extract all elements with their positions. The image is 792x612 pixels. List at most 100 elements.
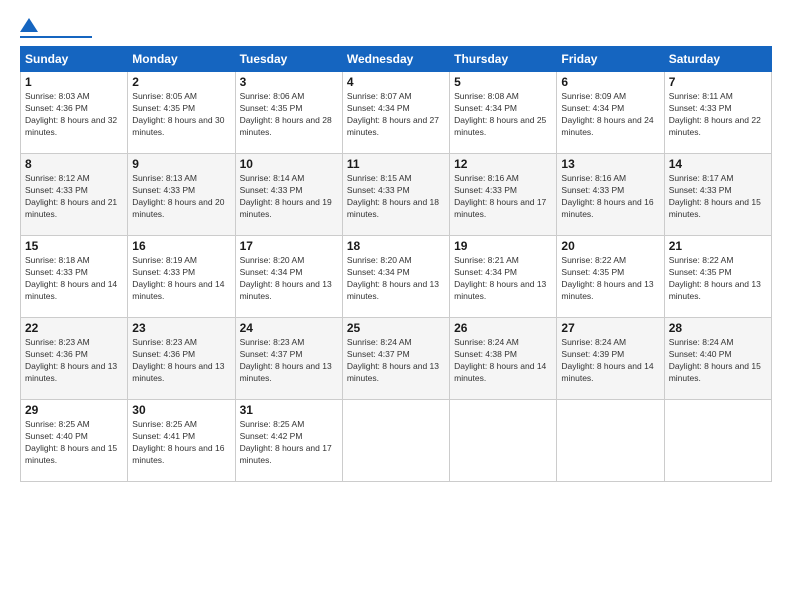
calendar-cell: 26 Sunrise: 8:24 AMSunset: 4:38 PMDayligh… xyxy=(450,318,557,400)
day-info: Sunrise: 8:18 AMSunset: 4:33 PMDaylight:… xyxy=(25,255,123,303)
logo-underline xyxy=(20,36,92,38)
day-info: Sunrise: 8:06 AMSunset: 4:35 PMDaylight:… xyxy=(240,91,338,139)
calendar-cell: 3 Sunrise: 8:06 AMSunset: 4:35 PMDaylight… xyxy=(235,72,342,154)
day-info: Sunrise: 8:17 AMSunset: 4:33 PMDaylight:… xyxy=(669,173,767,221)
day-info: Sunrise: 8:22 AMSunset: 4:35 PMDaylight:… xyxy=(669,255,767,303)
day-number: 29 xyxy=(25,403,123,417)
weekday-header: Friday xyxy=(557,47,664,72)
day-info: Sunrise: 8:23 AMSunset: 4:36 PMDaylight:… xyxy=(132,337,230,385)
calendar-cell: 5 Sunrise: 8:08 AMSunset: 4:34 PMDaylight… xyxy=(450,72,557,154)
day-number: 25 xyxy=(347,321,445,335)
logo-icon xyxy=(20,16,38,34)
logo xyxy=(20,16,92,38)
calendar-cell: 21 Sunrise: 8:22 AMSunset: 4:35 PMDayligh… xyxy=(664,236,771,318)
day-number: 13 xyxy=(561,157,659,171)
day-info: Sunrise: 8:14 AMSunset: 4:33 PMDaylight:… xyxy=(240,173,338,221)
day-info: Sunrise: 8:20 AMSunset: 4:34 PMDaylight:… xyxy=(240,255,338,303)
calendar-cell: 29 Sunrise: 8:25 AMSunset: 4:40 PMDayligh… xyxy=(21,400,128,482)
calendar-cell: 6 Sunrise: 8:09 AMSunset: 4:34 PMDaylight… xyxy=(557,72,664,154)
day-info: Sunrise: 8:23 AMSunset: 4:37 PMDaylight:… xyxy=(240,337,338,385)
header xyxy=(20,16,772,38)
calendar-cell xyxy=(342,400,449,482)
day-info: Sunrise: 8:23 AMSunset: 4:36 PMDaylight:… xyxy=(25,337,123,385)
calendar-cell: 1 Sunrise: 8:03 AMSunset: 4:36 PMDaylight… xyxy=(21,72,128,154)
day-info: Sunrise: 8:16 AMSunset: 4:33 PMDaylight:… xyxy=(561,173,659,221)
calendar-cell: 4 Sunrise: 8:07 AMSunset: 4:34 PMDaylight… xyxy=(342,72,449,154)
calendar-cell: 16Sunrise: 8:19 AMSunset: 4:33 PMDayligh… xyxy=(128,236,235,318)
calendar-cell: 9 Sunrise: 8:13 AMSunset: 4:33 PMDaylight… xyxy=(128,154,235,236)
day-info: Sunrise: 8:24 AMSunset: 4:37 PMDaylight:… xyxy=(347,337,445,385)
day-number: 14 xyxy=(669,157,767,171)
calendar-week-row: 15 Sunrise: 8:18 AMSunset: 4:33 PMDayligh… xyxy=(21,236,772,318)
calendar-cell: 20 Sunrise: 8:22 AMSunset: 4:35 PMDayligh… xyxy=(557,236,664,318)
calendar-cell: 30 Sunrise: 8:25 AMSunset: 4:41 PMDayligh… xyxy=(128,400,235,482)
weekday-header: Sunday xyxy=(21,47,128,72)
day-number: 8 xyxy=(25,157,123,171)
day-number: 19 xyxy=(454,239,552,253)
calendar-week-row: 8 Sunrise: 8:12 AMSunset: 4:33 PMDaylight… xyxy=(21,154,772,236)
day-info: Sunrise: 8:03 AMSunset: 4:36 PMDaylight:… xyxy=(25,91,123,139)
day-number: 30 xyxy=(132,403,230,417)
calendar-cell: 2 Sunrise: 8:05 AMSunset: 4:35 PMDaylight… xyxy=(128,72,235,154)
day-number: 1 xyxy=(25,75,123,89)
day-info: Sunrise: 8:24 AMSunset: 4:39 PMDaylight:… xyxy=(561,337,659,385)
calendar-cell: 22 Sunrise: 8:23 AMSunset: 4:36 PMDayligh… xyxy=(21,318,128,400)
day-number: 15 xyxy=(25,239,123,253)
calendar-cell: 28Sunrise: 8:24 AMSunset: 4:40 PMDayligh… xyxy=(664,318,771,400)
calendar-week-row: 1 Sunrise: 8:03 AMSunset: 4:36 PMDaylight… xyxy=(21,72,772,154)
day-info: Sunrise: 8:12 AMSunset: 4:33 PMDaylight:… xyxy=(25,173,123,221)
day-number: 22 xyxy=(25,321,123,335)
calendar-cell: 19 Sunrise: 8:21 AMSunset: 4:34 PMDayligh… xyxy=(450,236,557,318)
calendar-cell: 8 Sunrise: 8:12 AMSunset: 4:33 PMDaylight… xyxy=(21,154,128,236)
page: SundayMondayTuesdayWednesdayThursdayFrid… xyxy=(0,0,792,612)
calendar-cell: 7Sunrise: 8:11 AMSunset: 4:33 PMDaylight… xyxy=(664,72,771,154)
day-info: Sunrise: 8:08 AMSunset: 4:34 PMDaylight:… xyxy=(454,91,552,139)
calendar-cell xyxy=(664,400,771,482)
day-info: Sunrise: 8:21 AMSunset: 4:34 PMDaylight:… xyxy=(454,255,552,303)
day-number: 26 xyxy=(454,321,552,335)
calendar-cell: 18Sunrise: 8:20 AMSunset: 4:34 PMDayligh… xyxy=(342,236,449,318)
day-info: Sunrise: 8:24 AMSunset: 4:40 PMDaylight:… xyxy=(669,337,767,385)
day-info: Sunrise: 8:05 AMSunset: 4:35 PMDaylight:… xyxy=(132,91,230,139)
calendar-week-row: 22 Sunrise: 8:23 AMSunset: 4:36 PMDayligh… xyxy=(21,318,772,400)
day-info: Sunrise: 8:25 AMSunset: 4:41 PMDaylight:… xyxy=(132,419,230,467)
day-info: Sunrise: 8:09 AMSunset: 4:34 PMDaylight:… xyxy=(561,91,659,139)
weekday-header: Saturday xyxy=(664,47,771,72)
day-info: Sunrise: 8:16 AMSunset: 4:33 PMDaylight:… xyxy=(454,173,552,221)
header-row: SundayMondayTuesdayWednesdayThursdayFrid… xyxy=(21,47,772,72)
day-number: 21 xyxy=(669,239,767,253)
calendar-cell: 25 Sunrise: 8:24 AMSunset: 4:37 PMDayligh… xyxy=(342,318,449,400)
day-number: 20 xyxy=(561,239,659,253)
day-info: Sunrise: 8:07 AMSunset: 4:34 PMDaylight:… xyxy=(347,91,445,139)
day-number: 17 xyxy=(240,239,338,253)
day-number: 12 xyxy=(454,157,552,171)
day-number: 9 xyxy=(132,157,230,171)
calendar-cell: 10 Sunrise: 8:14 AMSunset: 4:33 PMDayligh… xyxy=(235,154,342,236)
day-number: 10 xyxy=(240,157,338,171)
calendar-cell: 24Sunrise: 8:23 AMSunset: 4:37 PMDayligh… xyxy=(235,318,342,400)
day-number: 11 xyxy=(347,157,445,171)
calendar-cell xyxy=(557,400,664,482)
day-number: 4 xyxy=(347,75,445,89)
day-number: 6 xyxy=(561,75,659,89)
weekday-header: Tuesday xyxy=(235,47,342,72)
calendar-cell: 13 Sunrise: 8:16 AMSunset: 4:33 PMDayligh… xyxy=(557,154,664,236)
day-info: Sunrise: 8:15 AMSunset: 4:33 PMDaylight:… xyxy=(347,173,445,221)
day-info: Sunrise: 8:24 AMSunset: 4:38 PMDaylight:… xyxy=(454,337,552,385)
day-number: 31 xyxy=(240,403,338,417)
calendar-cell: 12 Sunrise: 8:16 AMSunset: 4:33 PMDayligh… xyxy=(450,154,557,236)
weekday-header: Thursday xyxy=(450,47,557,72)
day-number: 23 xyxy=(132,321,230,335)
day-number: 2 xyxy=(132,75,230,89)
weekday-header: Wednesday xyxy=(342,47,449,72)
day-info: Sunrise: 8:22 AMSunset: 4:35 PMDaylight:… xyxy=(561,255,659,303)
weekday-header: Monday xyxy=(128,47,235,72)
day-info: Sunrise: 8:25 AMSunset: 4:40 PMDaylight:… xyxy=(25,419,123,467)
day-info: Sunrise: 8:13 AMSunset: 4:33 PMDaylight:… xyxy=(132,173,230,221)
day-number: 5 xyxy=(454,75,552,89)
calendar-cell: 14 Sunrise: 8:17 AMSunset: 4:33 PMDayligh… xyxy=(664,154,771,236)
day-info: Sunrise: 8:25 AMSunset: 4:42 PMDaylight:… xyxy=(240,419,338,467)
day-number: 3 xyxy=(240,75,338,89)
day-info: Sunrise: 8:20 AMSunset: 4:34 PMDaylight:… xyxy=(347,255,445,303)
day-info: Sunrise: 8:11 AMSunset: 4:33 PMDaylight:… xyxy=(669,91,767,139)
